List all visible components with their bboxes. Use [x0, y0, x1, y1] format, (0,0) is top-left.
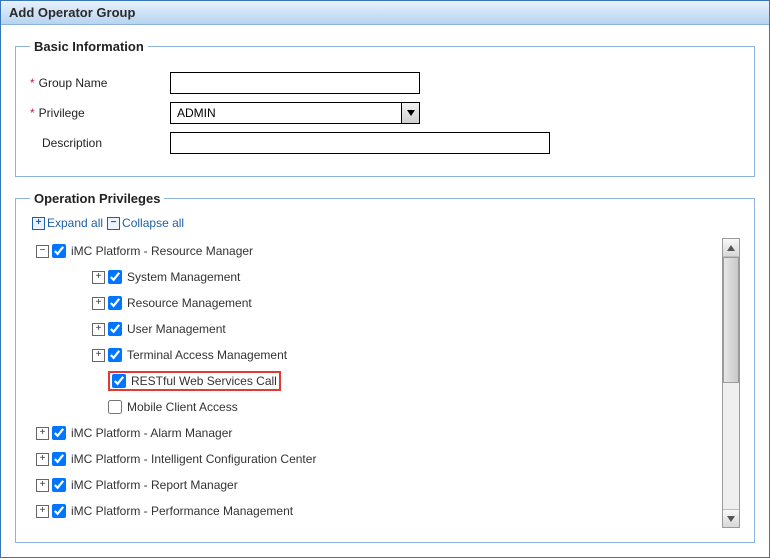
tree-area: − iMC Platform - Resource Manager + System … — [30, 238, 740, 528]
tree-node-label: iMC Platform - Performance Management — [71, 504, 293, 518]
minus-icon: − — [107, 217, 120, 230]
required-marker: * — [30, 76, 35, 90]
tree-node[interactable]: + iMC Platform - Report Manager — [36, 472, 722, 498]
plus-icon: + — [32, 217, 45, 230]
collapse-icon[interactable]: − — [36, 245, 49, 258]
highlighted-node: RESTful Web Services Call — [108, 371, 281, 391]
description-label-text: Description — [42, 136, 102, 150]
collapse-all-label: Collapse all — [122, 216, 184, 230]
privilege-select[interactable]: ADMIN — [170, 102, 420, 124]
panel-title: Add Operator Group — [1, 1, 769, 25]
scroll-up-icon[interactable] — [723, 239, 739, 257]
expand-all-label: Expand all — [47, 216, 103, 230]
tree-node-label: iMC Platform - Intelligent Configuration… — [71, 452, 316, 466]
tree-checkbox[interactable] — [108, 400, 122, 414]
group-name-label-text: Group Name — [39, 76, 108, 90]
tree-spacer — [92, 401, 105, 414]
tree-node[interactable]: RESTful Web Services Call — [92, 368, 722, 394]
expand-icon[interactable]: + — [92, 297, 105, 310]
vertical-scrollbar[interactable] — [722, 238, 740, 528]
expand-icon[interactable]: + — [92, 323, 105, 336]
tree-node[interactable]: − iMC Platform - Resource Manager — [36, 238, 722, 264]
tree-node-label: RESTful Web Services Call — [131, 374, 277, 388]
tree-checkbox[interactable] — [52, 452, 66, 466]
expand-icon[interactable]: + — [92, 271, 105, 284]
privilege-label-text: Privilege — [39, 106, 85, 120]
tree-node[interactable]: + System Management — [92, 264, 722, 290]
privilege-tree: − iMC Platform - Resource Manager + System … — [30, 238, 722, 524]
tree-checkbox[interactable] — [108, 348, 122, 362]
scroll-down-icon[interactable] — [723, 509, 739, 527]
tree-node[interactable]: + Resource Management — [92, 290, 722, 316]
privilege-label: * Privilege — [30, 106, 170, 120]
tree-node[interactable]: + Terminal Access Management — [92, 342, 722, 368]
tree-toolbar: + Expand all − Collapse all — [32, 216, 740, 230]
tree-node-label: iMC Platform - Resource Manager — [71, 244, 253, 258]
tree-node-label: iMC Platform - Alarm Manager — [71, 426, 232, 440]
tree-checkbox[interactable] — [112, 374, 126, 388]
tree-checkbox[interactable] — [52, 478, 66, 492]
description-row: Description — [30, 132, 740, 154]
tree-checkbox[interactable] — [52, 426, 66, 440]
privilege-row: * Privilege ADMIN — [30, 102, 740, 124]
description-input[interactable] — [170, 132, 550, 154]
description-label: Description — [30, 136, 170, 150]
tree-node[interactable]: + iMC Platform - Intelligent Configuratio… — [36, 446, 722, 472]
tree-node[interactable]: + iMC Platform - Performance Management — [36, 498, 722, 524]
tree-node-label: User Management — [127, 322, 226, 336]
scroll-track[interactable] — [723, 257, 739, 509]
tree-node[interactable]: + User Management — [92, 316, 722, 342]
expand-icon[interactable]: + — [36, 453, 49, 466]
tree-spacer — [92, 375, 105, 388]
tree-node-label: System Management — [127, 270, 240, 284]
scroll-thumb[interactable] — [723, 257, 739, 383]
tree-node[interactable]: + iMC Platform - Alarm Manager — [36, 420, 722, 446]
tree-checkbox[interactable] — [108, 296, 122, 310]
group-name-input[interactable] — [170, 72, 420, 94]
basic-information-fieldset: Basic Information * Group Name * Privile… — [15, 39, 755, 177]
tree-checkbox[interactable] — [108, 322, 122, 336]
operation-privileges-legend: Operation Privileges — [30, 191, 164, 206]
expand-icon[interactable]: + — [36, 505, 49, 518]
tree-node-label: Mobile Client Access — [127, 400, 238, 414]
tree-scroll: − iMC Platform - Resource Manager + System … — [30, 238, 722, 528]
add-operator-group-panel: Add Operator Group Basic Information * G… — [0, 0, 770, 558]
expand-all-button[interactable]: + Expand all — [32, 216, 103, 230]
tree-checkbox[interactable] — [108, 270, 122, 284]
tree-checkbox[interactable] — [52, 504, 66, 518]
group-name-label: * Group Name — [30, 76, 170, 90]
tree-checkbox[interactable] — [52, 244, 66, 258]
privilege-value: ADMIN — [171, 106, 401, 120]
expand-icon[interactable]: + — [92, 349, 105, 362]
tree-node-label: Terminal Access Management — [127, 348, 287, 362]
expand-icon[interactable]: + — [36, 479, 49, 492]
basic-information-legend: Basic Information — [30, 39, 148, 54]
collapse-all-button[interactable]: − Collapse all — [107, 216, 184, 230]
tree-node-label: iMC Platform - Report Manager — [71, 478, 238, 492]
chevron-down-icon[interactable] — [401, 103, 419, 123]
expand-icon[interactable]: + — [36, 427, 49, 440]
tree-node[interactable]: Mobile Client Access — [92, 394, 722, 420]
panel-body: Basic Information * Group Name * Privile… — [1, 25, 769, 557]
required-marker: * — [30, 106, 35, 120]
group-name-row: * Group Name — [30, 72, 740, 94]
operation-privileges-fieldset: Operation Privileges + Expand all − Coll… — [15, 191, 755, 543]
tree-node-label: Resource Management — [127, 296, 252, 310]
